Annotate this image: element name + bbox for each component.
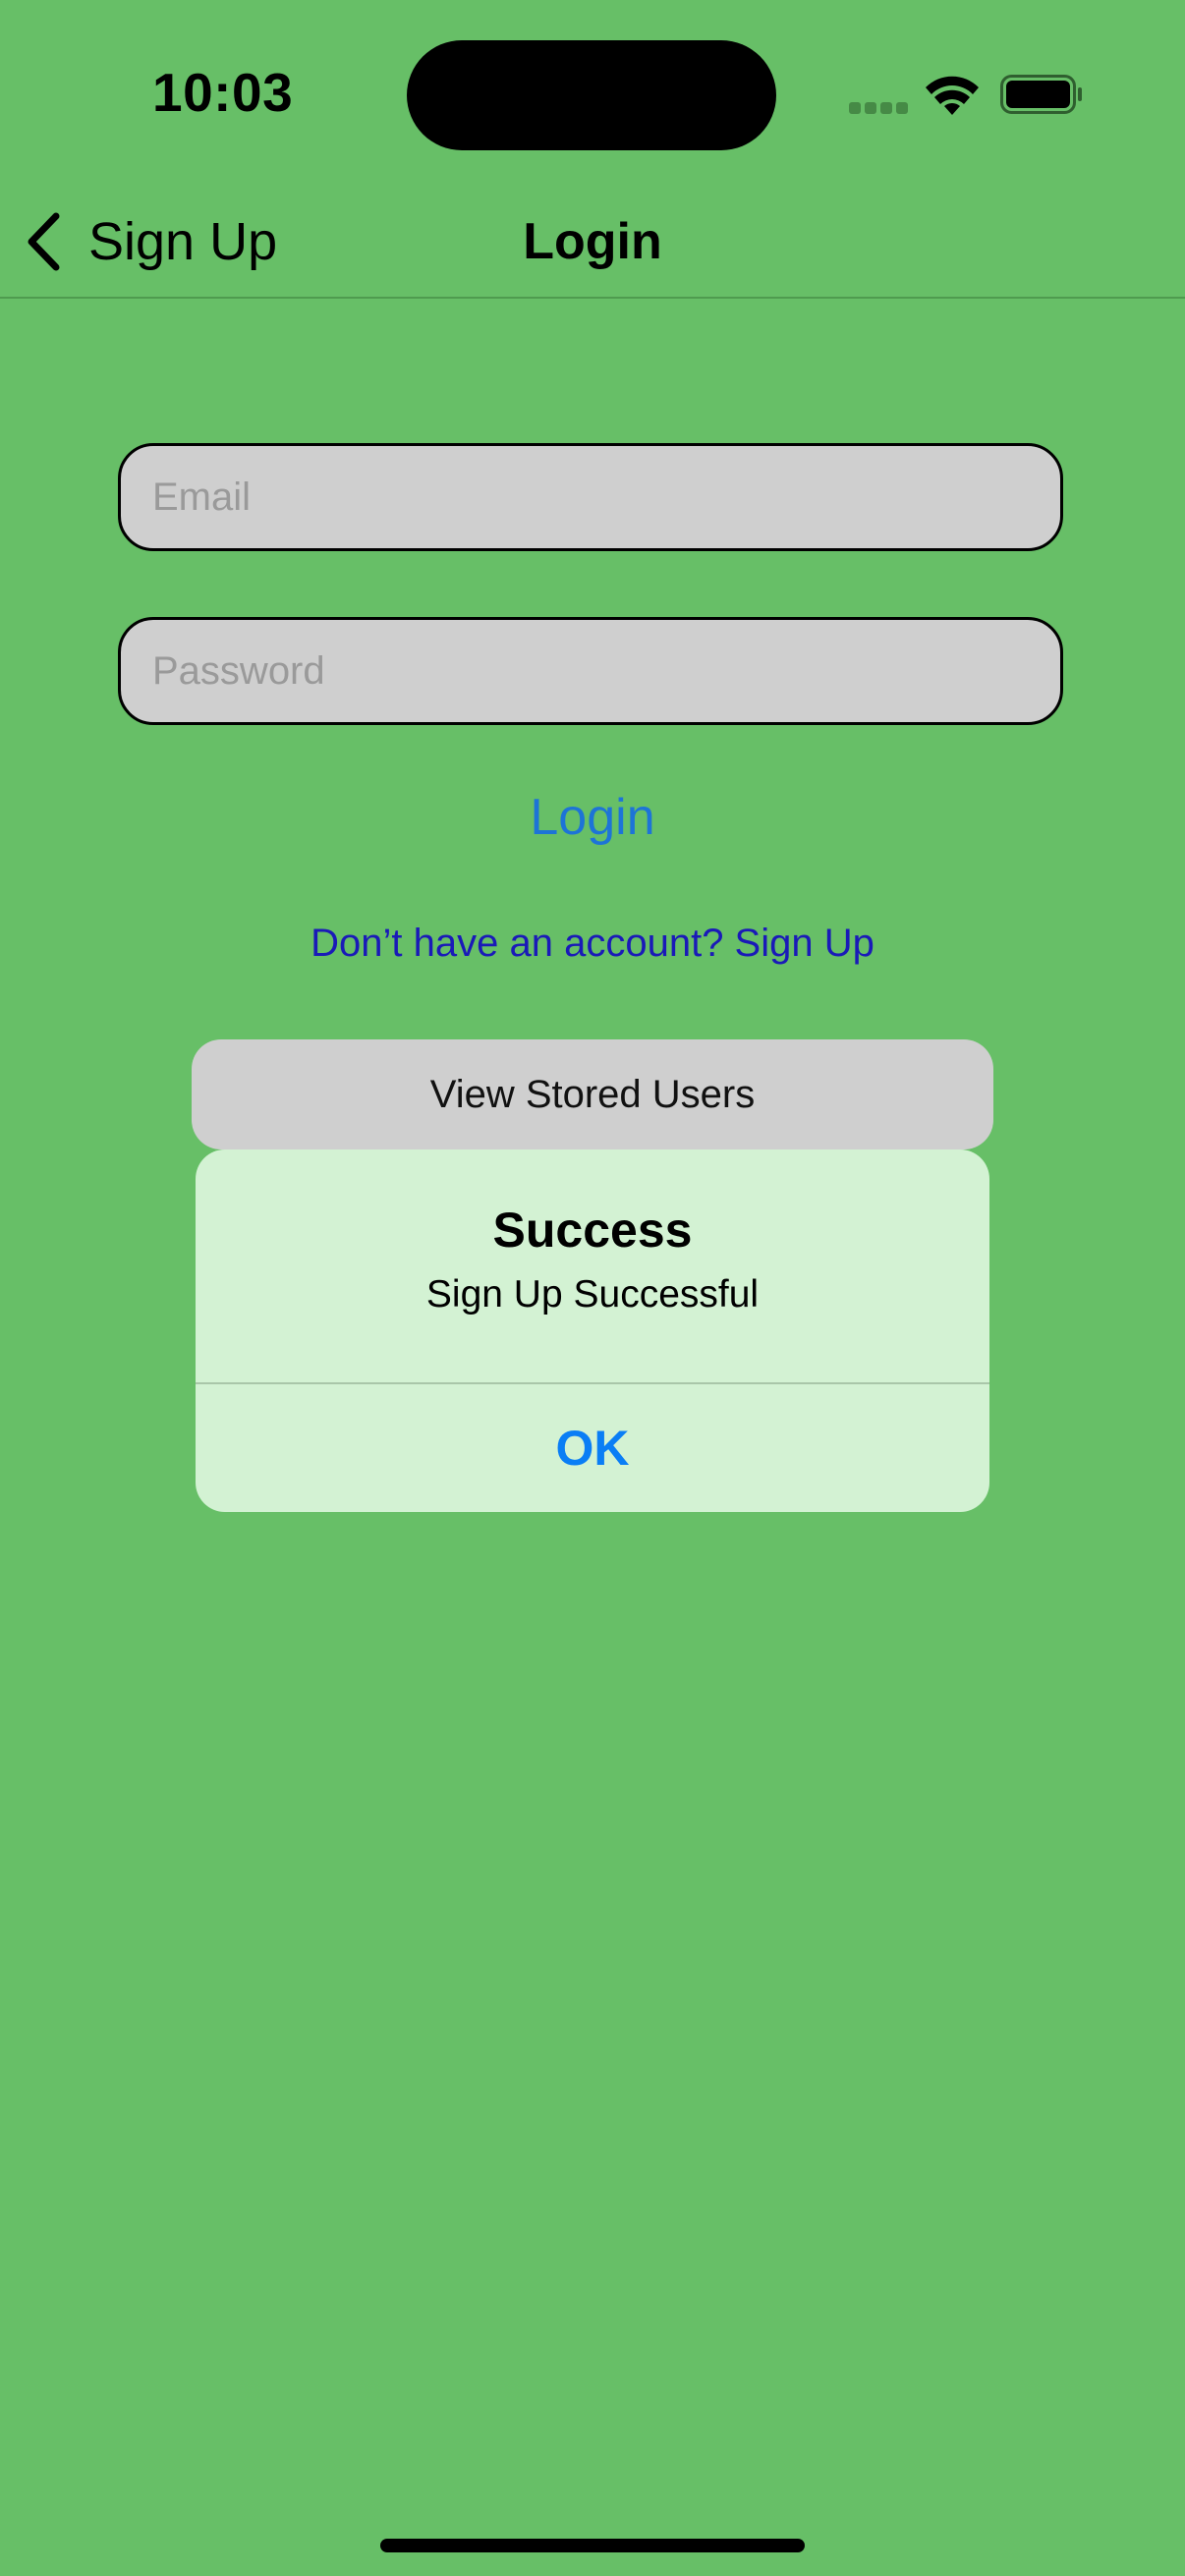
alert-message: Sign Up Successful xyxy=(425,1273,760,1316)
cellular-signal-icon xyxy=(849,102,908,116)
status-bar: 10:03 xyxy=(0,0,1185,187)
password-field[interactable] xyxy=(118,617,1063,725)
alert-title: Success xyxy=(492,1203,693,1258)
back-button[interactable]: Sign Up xyxy=(24,187,277,297)
navigation-bar: Sign Up Login xyxy=(0,187,1185,299)
success-alert: Success Sign Up Successful OK xyxy=(196,1149,989,1512)
alert-ok-button[interactable]: OK xyxy=(196,1384,989,1512)
login-button[interactable]: Login xyxy=(396,776,789,859)
wifi-icon xyxy=(926,76,979,115)
home-indicator[interactable] xyxy=(380,2539,805,2552)
back-button-label: Sign Up xyxy=(88,212,278,271)
dynamic-island xyxy=(407,40,776,150)
battery-icon xyxy=(1000,75,1082,114)
sign-up-link[interactable]: Don’t have an account? Sign Up xyxy=(199,911,986,976)
email-field[interactable] xyxy=(118,443,1063,551)
chevron-left-icon xyxy=(28,212,60,271)
view-stored-users-button[interactable]: View Stored Users xyxy=(192,1039,993,1149)
status-time: 10:03 xyxy=(152,62,294,123)
